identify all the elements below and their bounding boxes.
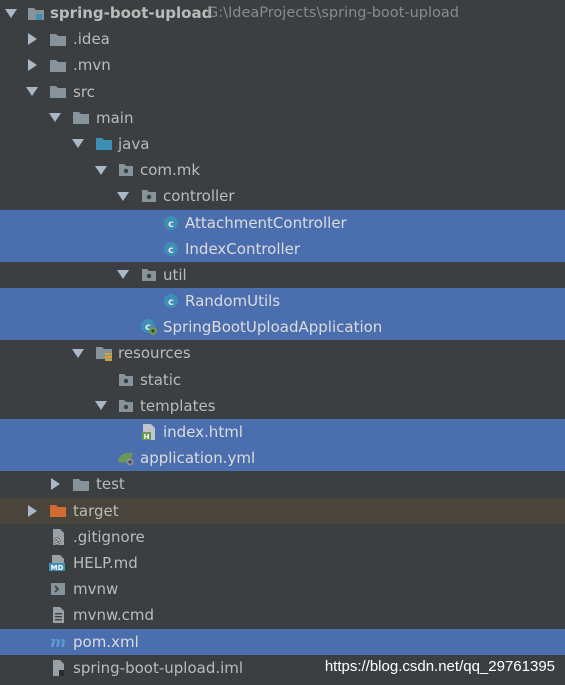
html-file-icon: H (139, 419, 159, 445)
tree-item-gitignore[interactable]: .gitignore (0, 524, 565, 550)
expand-arrow-icon[interactable] (94, 393, 108, 419)
tree-item-mvnw[interactable]: mvnw (0, 576, 565, 602)
tree-item-label: .mvn (73, 56, 111, 75)
svg-text:c: c (168, 245, 174, 256)
tree-item-java[interactable]: java (0, 131, 565, 157)
markdown-file-icon: MD (48, 550, 68, 576)
folder-icon (48, 26, 68, 52)
tree-item-label: .idea (73, 30, 110, 49)
collapsed-arrow-icon[interactable] (25, 52, 39, 78)
module-folder-icon (26, 0, 46, 26)
collapsed-arrow-icon[interactable] (25, 26, 39, 52)
package-icon (139, 262, 159, 288)
tree-item-templates[interactable]: templates (0, 393, 565, 419)
tree-item-application-yml[interactable]: application.yml (0, 445, 565, 472)
tree-item-help-md[interactable]: MD HELP.md (0, 550, 565, 576)
package-icon (116, 367, 136, 393)
tree-item-label: index.html (163, 423, 243, 441)
excluded-folder-icon (48, 498, 68, 524)
expand-arrow-icon[interactable] (4, 0, 18, 26)
maven-file-icon: m (48, 629, 68, 655)
shell-script-icon (48, 576, 68, 602)
tree-item-label: RandomUtils (185, 292, 281, 311)
collapsed-arrow-icon[interactable] (48, 471, 62, 497)
tree-item-label: templates (140, 396, 216, 415)
tree-item-mvnw-cmd[interactable]: mvnw.cmd (0, 602, 565, 628)
svg-text:c: c (168, 297, 174, 308)
tree-item-index-controller[interactable]: c IndexController (0, 235, 565, 262)
tree-item-target[interactable]: target (0, 497, 565, 524)
folder-icon (48, 52, 68, 78)
expand-arrow-icon[interactable] (71, 340, 85, 366)
tree-item-mvn[interactable]: .mvn (0, 52, 565, 78)
tree-item-label: target (73, 501, 119, 520)
tree-item-src[interactable]: src (0, 79, 565, 105)
project-tree: spring-boot-upload G:\IdeaProjects\sprin… (0, 0, 565, 681)
resources-folder-icon (94, 340, 114, 366)
expand-arrow-icon[interactable] (71, 131, 85, 157)
svg-text:H: H (144, 433, 150, 441)
tree-item-spring-boot-upload-application[interactable]: c SpringBootUploadApplication (0, 314, 565, 341)
tree-item-com-mk[interactable]: com.mk (0, 157, 565, 183)
tree-item-label: util (163, 265, 187, 284)
tree-item-attachment-controller[interactable]: c AttachmentController (0, 209, 565, 236)
package-icon (116, 157, 136, 183)
collapsed-arrow-icon[interactable] (25, 498, 39, 524)
tree-item-idea[interactable]: .idea (0, 26, 565, 52)
tree-item-main[interactable]: main (0, 105, 565, 131)
tree-item-label: controller (163, 187, 235, 206)
svg-text:m: m (50, 634, 66, 650)
java-class-icon: c (161, 210, 181, 236)
iml-file-icon (48, 655, 68, 681)
folder-icon (71, 105, 91, 131)
java-class-icon: c (161, 236, 181, 262)
tree-item-label: .gitignore (73, 527, 145, 546)
tree-item-index-html[interactable]: H index.html (0, 419, 565, 446)
svg-text:MD: MD (51, 564, 64, 572)
svg-text:c: c (168, 219, 174, 230)
tree-item-label: mvnw.cmd (73, 606, 155, 625)
package-icon (139, 183, 159, 209)
tree-item-label: src (73, 82, 95, 101)
tree-item-static[interactable]: static (0, 367, 565, 393)
tree-item-test[interactable]: test (0, 471, 565, 497)
tree-item-label: application.yml (140, 449, 256, 468)
tree-item-label: spring-boot-upload.iml (73, 658, 244, 677)
tree-item-label: IndexController (185, 239, 301, 258)
tree-item-label: static (140, 370, 182, 389)
expand-arrow-icon[interactable] (94, 157, 108, 183)
yaml-config-icon (116, 445, 136, 471)
tree-item-random-utils[interactable]: c RandomUtils (0, 288, 565, 315)
package-icon (116, 393, 136, 419)
expand-arrow-icon[interactable] (116, 262, 130, 288)
text-file-icon (48, 602, 68, 628)
tree-item-resources[interactable]: resources (0, 340, 565, 366)
tree-item-label: mvnw (73, 580, 119, 599)
tree-row-root[interactable]: spring-boot-upload G:\IdeaProjects\sprin… (0, 0, 565, 26)
source-folder-icon (94, 131, 114, 157)
gitignore-file-icon (48, 524, 68, 550)
spring-boot-class-icon: c (139, 314, 159, 340)
java-class-icon: c (161, 288, 181, 314)
tree-item-pom-xml[interactable]: m pom.xml (0, 628, 565, 655)
expand-arrow-icon[interactable] (48, 105, 62, 131)
tree-item-label: java (118, 134, 150, 153)
project-path: G:\IdeaProjects\spring-boot-upload (207, 5, 459, 21)
tree-item-label: HELP.md (73, 553, 138, 572)
project-name: spring-boot-upload (50, 4, 213, 22)
tree-item-controller[interactable]: controller (0, 183, 565, 209)
tree-item-label: com.mk (140, 161, 201, 180)
expand-arrow-icon[interactable] (25, 79, 39, 105)
tree-item-label: pom.xml (73, 632, 139, 651)
expand-arrow-icon[interactable] (116, 183, 130, 209)
tree-item-label: SpringBootUploadApplication (163, 318, 383, 337)
folder-icon (48, 79, 68, 105)
tree-item-label: main (96, 108, 134, 127)
tree-item-label: AttachmentController (185, 213, 347, 232)
folder-icon (71, 471, 91, 497)
tree-item-util[interactable]: util (0, 262, 565, 288)
tree-item-label: test (96, 475, 125, 494)
watermark-text: https://blog.csdn.net/qq_29761395 (324, 658, 555, 675)
tree-item-label: resources (118, 344, 191, 363)
